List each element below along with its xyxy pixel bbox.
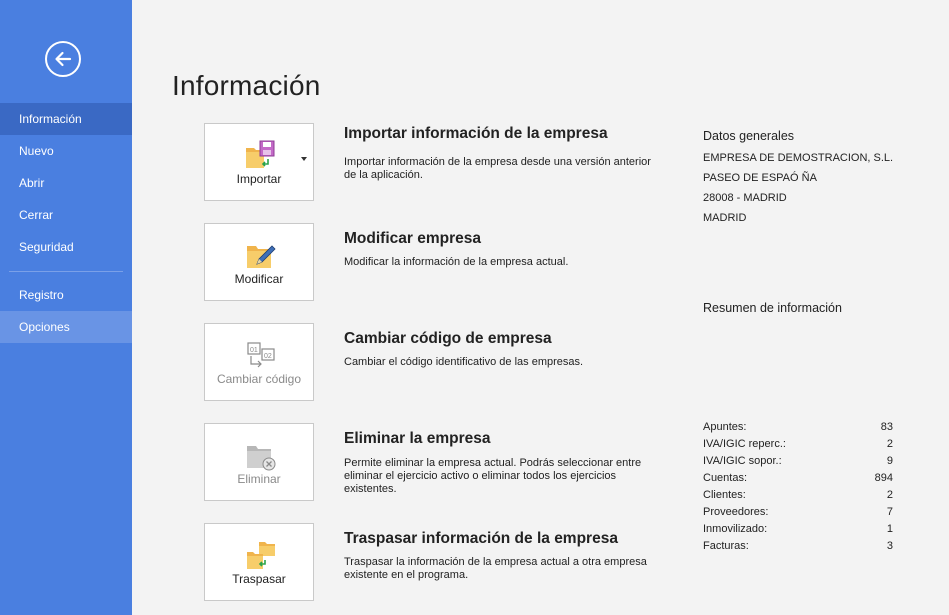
import-description: Importar información de la empresa desde… xyxy=(344,156,651,181)
change-code-description: Cambiar el código identificativo de las … xyxy=(344,356,584,368)
page-title: Información xyxy=(172,70,321,101)
company-postal-city: 28008 - MADRID xyxy=(703,192,787,204)
change-code-button-label: Cambiar código xyxy=(216,372,302,386)
stat-label: Cuentas: xyxy=(703,472,748,484)
sidebar-item-cerrar[interactable]: Cerrar xyxy=(0,199,132,231)
delete-button[interactable]: Eliminar xyxy=(204,423,314,501)
folder-delete-icon xyxy=(247,446,276,471)
sidebar-item-abrir[interactable]: Abrir xyxy=(0,167,132,199)
stat-value: 1 xyxy=(886,523,893,535)
sidebar-item-informacion[interactable]: Información xyxy=(0,103,132,135)
summary-heading: Resumen de información xyxy=(703,301,842,315)
stat-label: Inmovilizado: xyxy=(703,523,768,535)
stat-value: 9 xyxy=(886,455,893,467)
sidebar-item-seguridad[interactable]: Seguridad xyxy=(0,231,132,263)
stat-label: Clientes: xyxy=(703,489,746,501)
import-button-label: Importar xyxy=(236,172,282,186)
stat-row: IVA/IGIC sopor.: 9 xyxy=(703,453,893,470)
company-name: EMPRESA DE DEMOSTRACION, S.L. xyxy=(703,152,894,164)
folder-pencil-icon xyxy=(247,245,276,268)
transfer-button[interactable]: Traspasar xyxy=(204,523,314,601)
sidebar-nav: Información Nuevo Abrir Cerrar Seguridad… xyxy=(0,103,132,343)
stat-row: Apuntes: 83 xyxy=(703,419,893,436)
stat-row: Cuentas: 894 xyxy=(703,470,893,487)
delete-description: Permite eliminar la empresa actual. Podr… xyxy=(344,457,642,495)
backstage-sidebar: Información Nuevo Abrir Cerrar Seguridad… xyxy=(0,0,132,615)
stat-row: Proveedores: 7 xyxy=(703,504,893,521)
stat-label: Facturas: xyxy=(703,540,749,552)
stat-label: IVA/IGIC reperc.: xyxy=(703,438,786,450)
modify-button[interactable]: Modificar xyxy=(204,223,314,301)
stat-value: 2 xyxy=(886,489,893,501)
modify-description: Modificar la información de la empresa a… xyxy=(344,256,569,268)
general-data-heading: Datos generales xyxy=(703,129,795,143)
delete-title: Eliminar la empresa xyxy=(344,430,491,447)
stat-value: 3 xyxy=(886,540,893,552)
sidebar-item-registro[interactable]: Registro xyxy=(0,279,132,311)
stat-row: Facturas: 3 xyxy=(703,538,893,555)
import-button[interactable]: Importar xyxy=(204,123,314,201)
sidebar-item-opciones[interactable]: Opciones xyxy=(0,311,132,343)
change-code-icon: 01 02 xyxy=(247,342,275,368)
stat-value: 7 xyxy=(886,506,893,518)
stat-label: Proveedores: xyxy=(703,506,769,518)
stat-value: 83 xyxy=(880,421,893,433)
import-title: Importar información de la empresa xyxy=(344,125,608,142)
change-code-button[interactable]: 01 02 Cambiar código xyxy=(204,323,314,401)
back-button[interactable] xyxy=(45,41,81,77)
stat-row: Inmovilizado: 1 xyxy=(703,521,893,538)
stat-value: 2 xyxy=(886,438,893,450)
company-address: PASEO DE ESPAÓ ÑA xyxy=(703,172,817,184)
stat-label: IVA/IGIC sopor.: xyxy=(703,455,782,467)
folder-transfer-icon xyxy=(247,542,275,569)
sidebar-divider xyxy=(9,271,123,272)
chevron-down-icon[interactable] xyxy=(301,157,307,161)
sidebar-item-nuevo[interactable]: Nuevo xyxy=(0,135,132,167)
svg-text:02: 02 xyxy=(264,353,272,360)
delete-button-label: Eliminar xyxy=(237,472,281,486)
transfer-description: Traspasar la información de la empresa a… xyxy=(344,556,647,581)
transfer-title: Traspasar información de la empresa xyxy=(344,530,618,547)
company-province: MADRID xyxy=(703,212,747,224)
summary-stats: Apuntes: 83 IVA/IGIC reperc.: 2 IVA/IGIC s… xyxy=(703,419,893,555)
arrow-left-icon xyxy=(55,51,72,67)
modify-button-label: Modificar xyxy=(234,272,284,286)
change-code-title: Cambiar código de empresa xyxy=(344,330,552,347)
transfer-button-label: Traspasar xyxy=(232,572,286,586)
stat-label: Apuntes: xyxy=(703,421,747,433)
stat-row: Clientes: 2 xyxy=(703,487,893,504)
modify-title: Modificar empresa xyxy=(344,230,481,247)
stat-value: 894 xyxy=(874,472,893,484)
folder-disk-import-icon xyxy=(246,140,275,168)
svg-text:01: 01 xyxy=(250,347,258,354)
stat-row: IVA/IGIC reperc.: 2 xyxy=(703,436,893,453)
